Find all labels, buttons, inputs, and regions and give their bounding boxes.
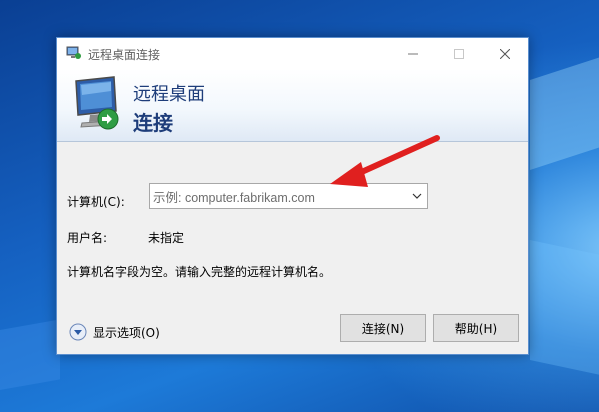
computer-combobox[interactable]: 示例: computer.fabrikam.com [149, 183, 428, 209]
connect-button[interactable]: 连接(N) [340, 314, 426, 342]
user-value: 未指定 [148, 231, 185, 245]
computer-input[interactable]: 示例: computer.fabrikam.com [150, 187, 407, 206]
header-banner: 远程桌面 连接 [57, 69, 528, 142]
close-button[interactable] [482, 38, 528, 69]
minimize-icon [408, 53, 418, 54]
close-icon [500, 48, 510, 59]
remote-desktop-monitor-icon [75, 76, 119, 130]
remote-desktop-icon [66, 46, 81, 59]
help-button[interactable]: 帮助(H) [433, 314, 519, 342]
remote-desktop-window: 远程桌面连接 远程桌面 连接 计算机(C): 示例: computer.fabr… [56, 37, 529, 355]
light-beam [530, 240, 599, 395]
light-beam [0, 319, 60, 390]
expand-circle-icon [69, 323, 87, 341]
validation-message: 计算机名字段为空。请输入完整的远程计算机名。 [67, 265, 332, 279]
banner-title-line1: 远程桌面 [133, 84, 205, 105]
maximize-icon [454, 48, 464, 59]
banner-title-line2: 连接 [133, 111, 173, 135]
computer-label: 计算机(C): [67, 195, 125, 209]
maximize-button[interactable] [436, 38, 482, 69]
show-options-label: 显示选项(O) [93, 325, 160, 340]
user-label: 用户名: [67, 231, 108, 245]
window-title: 远程桌面连接 [88, 48, 161, 62]
show-options-toggle[interactable]: 显示选项(O) [69, 323, 160, 341]
dropdown-button[interactable] [407, 184, 427, 208]
light-beam [530, 28, 599, 170]
chevron-down-icon [412, 193, 422, 199]
title-bar[interactable]: 远程桌面连接 [57, 38, 528, 69]
minimize-button[interactable] [390, 38, 436, 69]
